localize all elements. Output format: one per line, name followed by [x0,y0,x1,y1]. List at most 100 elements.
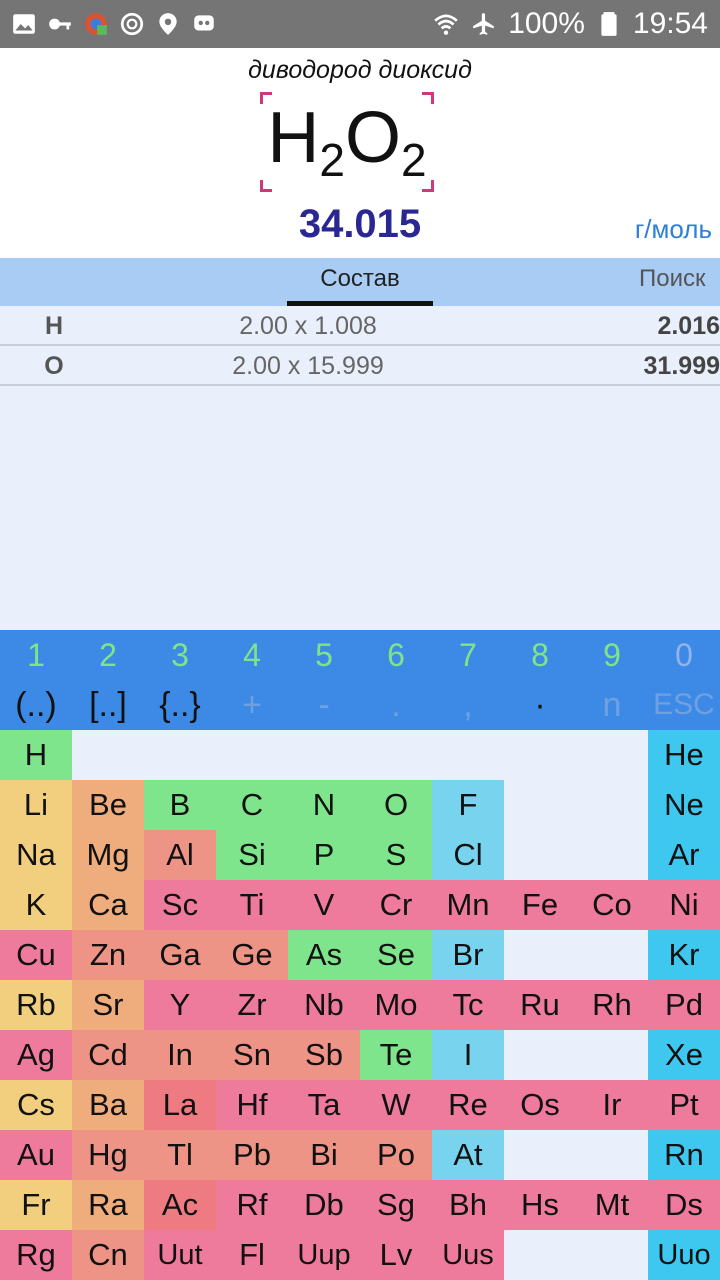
element-uup[interactable]: Uup [288,1230,360,1280]
element-nb[interactable]: Nb [288,980,360,1030]
element-ge[interactable]: Ge [216,930,288,980]
element-zn[interactable]: Zn [72,930,144,980]
element-k[interactable]: K [0,880,72,930]
key-symbol-7[interactable]: · [504,680,576,730]
element-mo[interactable]: Mo [360,980,432,1030]
element-ne[interactable]: Ne [648,780,720,830]
element-la[interactable]: La [144,1080,216,1130]
element-cd[interactable]: Cd [72,1030,144,1080]
element-re[interactable]: Re [432,1080,504,1130]
element-cu[interactable]: Cu [0,930,72,980]
element-al[interactable]: Al [144,830,216,880]
element-sr[interactable]: Sr [72,980,144,1030]
element-kr[interactable]: Kr [648,930,720,980]
element-ar[interactable]: Ar [648,830,720,880]
element-rh[interactable]: Rh [576,980,648,1030]
element-uut[interactable]: Uut [144,1230,216,1280]
element-cs[interactable]: Cs [0,1080,72,1130]
element-po[interactable]: Po [360,1130,432,1180]
element-uus[interactable]: Uus [432,1230,504,1280]
key-digit-0[interactable]: 0 [648,630,720,680]
element-ta[interactable]: Ta [288,1080,360,1130]
units-selector[interactable]: г/моль [635,214,712,245]
element-rn[interactable]: Rn [648,1130,720,1180]
element-w[interactable]: W [360,1080,432,1130]
element-b[interactable]: B [144,780,216,830]
key-symbol-1[interactable]: [..] [72,680,144,730]
tab-composition[interactable]: Состав [287,258,433,306]
key-digit-1[interactable]: 1 [0,630,72,680]
element-ti[interactable]: Ti [216,880,288,930]
element-tl[interactable]: Tl [144,1130,216,1180]
element-n[interactable]: N [288,780,360,830]
element-au[interactable]: Au [0,1130,72,1180]
element-ra[interactable]: Ra [72,1180,144,1230]
element-hf[interactable]: Hf [216,1080,288,1130]
key-symbol-3[interactable]: + [216,680,288,730]
element-sn[interactable]: Sn [216,1030,288,1080]
element-sb[interactable]: Sb [288,1030,360,1080]
element-at[interactable]: At [432,1130,504,1180]
formula-display[interactable]: H2O2 [260,92,434,192]
element-te[interactable]: Te [360,1030,432,1080]
key-symbol-4[interactable]: - [288,680,360,730]
element-p[interactable]: P [288,830,360,880]
element-cl[interactable]: Cl [432,830,504,880]
element-fl[interactable]: Fl [216,1230,288,1280]
element-xe[interactable]: Xe [648,1030,720,1080]
tab-search[interactable]: Поиск [620,258,720,306]
key-digit-7[interactable]: 7 [432,630,504,680]
element-si[interactable]: Si [216,830,288,880]
key-symbol-5[interactable]: . [360,680,432,730]
key-symbol-6[interactable]: , [432,680,504,730]
element-li[interactable]: Li [0,780,72,830]
key-digit-5[interactable]: 5 [288,630,360,680]
element-sg[interactable]: Sg [360,1180,432,1230]
element-bh[interactable]: Bh [432,1180,504,1230]
element-pb[interactable]: Pb [216,1130,288,1180]
element-ir[interactable]: Ir [576,1080,648,1130]
key-symbol-9[interactable]: ESC [648,680,720,730]
element-pt[interactable]: Pt [648,1080,720,1130]
element-v[interactable]: V [288,880,360,930]
element-o[interactable]: O [360,780,432,830]
element-tc[interactable]: Tc [432,980,504,1030]
element-he[interactable]: He [648,730,720,780]
element-db[interactable]: Db [288,1180,360,1230]
element-bi[interactable]: Bi [288,1130,360,1180]
element-cr[interactable]: Cr [360,880,432,930]
element-c[interactable]: C [216,780,288,830]
element-f[interactable]: F [432,780,504,830]
key-symbol-2[interactable]: {..} [144,680,216,730]
element-hs[interactable]: Hs [504,1180,576,1230]
key-digit-6[interactable]: 6 [360,630,432,680]
element-zr[interactable]: Zr [216,980,288,1030]
element-se[interactable]: Se [360,930,432,980]
element-mt[interactable]: Mt [576,1180,648,1230]
element-na[interactable]: Na [0,830,72,880]
element-ni[interactable]: Ni [648,880,720,930]
key-digit-8[interactable]: 8 [504,630,576,680]
element-ru[interactable]: Ru [504,980,576,1030]
element-cn[interactable]: Cn [72,1230,144,1280]
element-i[interactable]: I [432,1030,504,1080]
element-co[interactable]: Co [576,880,648,930]
element-h[interactable]: H [0,730,72,780]
element-uuo[interactable]: Uuo [648,1230,720,1280]
element-pd[interactable]: Pd [648,980,720,1030]
element-fr[interactable]: Fr [0,1180,72,1230]
element-ac[interactable]: Ac [144,1180,216,1230]
element-ba[interactable]: Ba [72,1080,144,1130]
element-ca[interactable]: Ca [72,880,144,930]
element-in[interactable]: In [144,1030,216,1080]
element-br[interactable]: Br [432,930,504,980]
key-digit-2[interactable]: 2 [72,630,144,680]
element-mg[interactable]: Mg [72,830,144,880]
element-be[interactable]: Be [72,780,144,830]
key-digit-3[interactable]: 3 [144,630,216,680]
element-as[interactable]: As [288,930,360,980]
key-digit-9[interactable]: 9 [576,630,648,680]
element-y[interactable]: Y [144,980,216,1030]
element-rf[interactable]: Rf [216,1180,288,1230]
element-fe[interactable]: Fe [504,880,576,930]
